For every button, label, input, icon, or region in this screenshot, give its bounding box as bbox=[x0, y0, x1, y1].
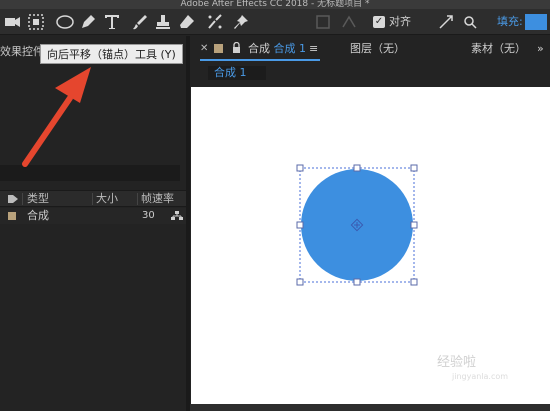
roto-brush-icon[interactable] bbox=[206, 13, 224, 31]
transform-handle bbox=[353, 278, 361, 286]
watermark-url: jingyanla.com bbox=[452, 372, 509, 381]
flowchart-icon[interactable] bbox=[171, 211, 183, 221]
transform-handle bbox=[410, 221, 418, 229]
snap-icon[interactable] bbox=[314, 13, 332, 31]
brush-icon[interactable] bbox=[131, 13, 149, 31]
column-frame-rate[interactable]: 帧速率 bbox=[141, 191, 174, 207]
column-divider[interactable] bbox=[137, 193, 138, 205]
window-title: Adobe After Effects CC 2018 - 无标题项目 * bbox=[0, 0, 550, 9]
column-divider[interactable] bbox=[22, 193, 23, 205]
table-row[interactable]: 合成 30 bbox=[0, 208, 186, 224]
label-tag-icon[interactable] bbox=[8, 194, 18, 204]
column-size[interactable]: 大小 bbox=[96, 191, 118, 207]
expand-icon[interactable] bbox=[437, 13, 455, 31]
tab-composition-name: 合成 1 bbox=[273, 42, 307, 55]
tab-composition[interactable]: 合成 合成 1 bbox=[248, 42, 306, 56]
row-frame-rate: 30 bbox=[142, 210, 155, 221]
canvas-content[interactable] bbox=[191, 87, 550, 406]
fill-color-swatch[interactable] bbox=[525, 14, 547, 30]
tool-tooltip: 向后平移（锚点）工具 (Y) bbox=[40, 44, 183, 64]
panel-menu-icon[interactable]: ≡ bbox=[309, 42, 318, 56]
search-tools-icon[interactable] bbox=[461, 13, 479, 31]
composition-breadcrumb[interactable]: 合成 1 bbox=[208, 66, 266, 80]
pen-icon[interactable] bbox=[79, 13, 97, 31]
puppet-pin-icon[interactable] bbox=[232, 13, 250, 31]
project-column-header: 类型 大小 帧速率 bbox=[0, 190, 186, 207]
align-label: 对齐 bbox=[389, 15, 411, 28]
composition-canvas[interactable] bbox=[191, 87, 550, 406]
close-icon[interactable]: ✕ bbox=[200, 44, 208, 54]
toolbar: ✓ 对齐 填充: bbox=[0, 9, 550, 35]
transform-handle bbox=[410, 164, 418, 172]
align-distribute-icon[interactable] bbox=[340, 13, 358, 31]
panel-menu-icon[interactable]: » bbox=[537, 42, 544, 56]
tab-composition-prefix: 合成 bbox=[248, 42, 270, 55]
transform-handle bbox=[296, 278, 304, 286]
lock-icon[interactable] bbox=[232, 42, 241, 54]
effect-controls-tab[interactable]: 效果控件 bbox=[0, 44, 44, 60]
tab-layer[interactable]: 图层（无） bbox=[350, 42, 405, 56]
align-checkbox[interactable]: ✓ bbox=[373, 16, 385, 28]
pan-behind-icon[interactable] bbox=[27, 13, 45, 31]
project-search-input[interactable] bbox=[0, 165, 180, 181]
camera-icon[interactable] bbox=[4, 13, 22, 31]
active-tab-indicator bbox=[200, 59, 320, 61]
transform-handle bbox=[296, 221, 304, 229]
label-color-swatch bbox=[214, 44, 223, 53]
eraser-icon[interactable] bbox=[178, 13, 196, 31]
row-type: 合成 bbox=[27, 209, 49, 222]
column-type[interactable]: 类型 bbox=[27, 191, 49, 207]
label-color-swatch[interactable] bbox=[8, 212, 16, 220]
tab-footage[interactable]: 素材（无） bbox=[471, 42, 526, 56]
stamp-icon[interactable] bbox=[154, 13, 172, 31]
composition-tab-bar: ✕ 合成 合成 1 ≡ 图层（无） 素材（无） » bbox=[190, 36, 550, 62]
fill-label: 填充: bbox=[497, 15, 523, 28]
transform-handle bbox=[353, 164, 361, 172]
type-icon[interactable] bbox=[103, 13, 121, 31]
transform-handle bbox=[410, 278, 418, 286]
transform-handle bbox=[296, 164, 304, 172]
ellipse-icon[interactable] bbox=[56, 13, 74, 31]
composition-footer bbox=[190, 404, 550, 411]
watermark-text: 经验啦 bbox=[437, 355, 477, 370]
column-divider[interactable] bbox=[92, 193, 93, 205]
